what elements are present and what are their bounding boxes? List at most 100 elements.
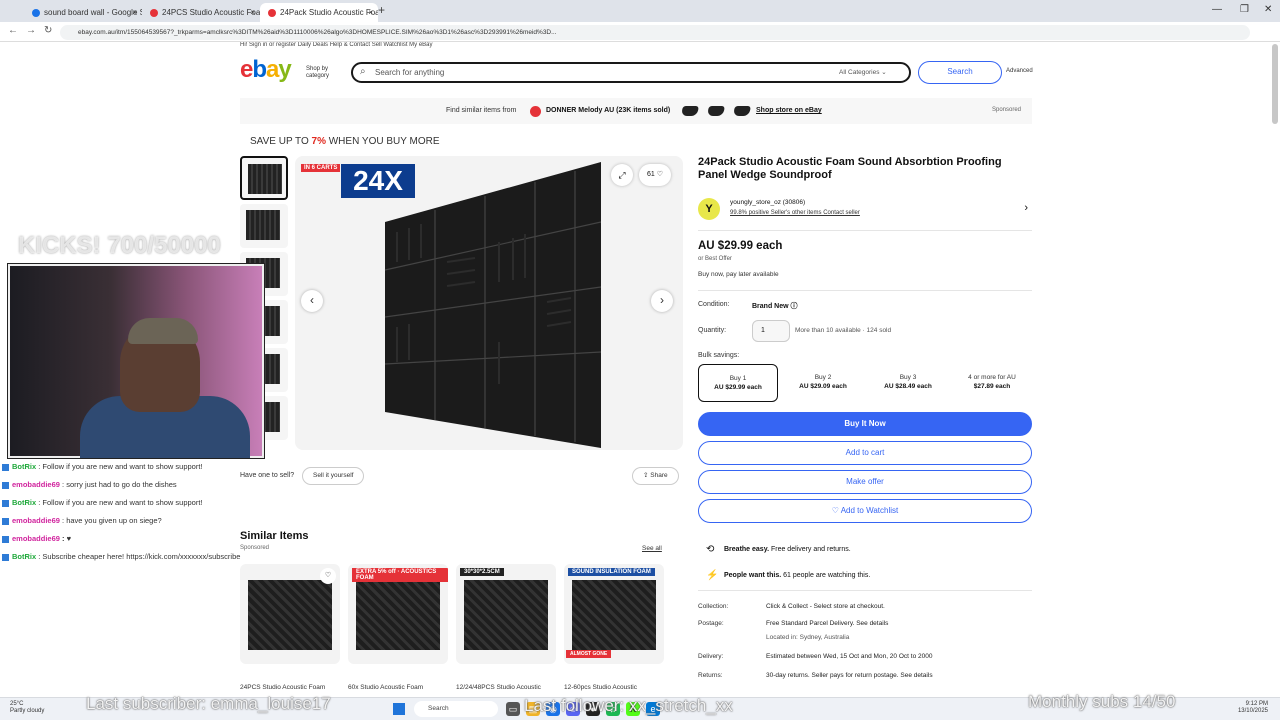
- search-input[interactable]: ⌕ Search for anything All Categories ⌄: [351, 62, 911, 83]
- headphones-icon: [681, 106, 699, 116]
- headphones-icon: [707, 106, 725, 116]
- product-title: 24Pack Studio Acoustic Foam Sound Absorb…: [698, 156, 1002, 181]
- chat-message: emobaddie69 : have you given up on siege…: [2, 512, 332, 530]
- similar-item-card[interactable]: EXTRA 5% off · ACOUSTICS FOAM: [348, 564, 448, 664]
- price: AU $29.99 each: [698, 240, 783, 252]
- maximize-icon[interactable]: ❐: [1240, 4, 1249, 15]
- pack-size-label: 24X: [341, 164, 415, 198]
- similar-item-card[interactable]: SOUND INSULATION FOAM ALMOST GONE: [564, 564, 664, 664]
- similar-item-title[interactable]: 60x Studio Acoustic Foam: [348, 684, 423, 691]
- chat-message: BotRix : Follow if you are new and want …: [2, 458, 332, 476]
- bulk-option[interactable]: 4 or more for AU $27.89 each: [952, 364, 1032, 402]
- see-all-link[interactable]: See all: [642, 545, 662, 552]
- thumbnail[interactable]: [240, 156, 288, 200]
- chevron-right-icon[interactable]: ›: [1024, 202, 1028, 214]
- browser-tab-active[interactable]: 24Pack Studio Acoustic Foam S×: [260, 3, 378, 22]
- ebay-icon: [268, 8, 276, 17]
- divider: [698, 230, 1032, 231]
- bot-badge-icon: [2, 463, 9, 471]
- minimize-icon[interactable]: —: [1212, 4, 1222, 15]
- search-icon: ⌕: [360, 66, 366, 77]
- returns-label: Returns:: [698, 672, 723, 679]
- taskbar-search[interactable]: Search: [414, 701, 498, 717]
- task-view-icon[interactable]: ▭: [506, 702, 520, 716]
- returns-icon: ⟲: [706, 544, 715, 555]
- headphones-icon: [733, 106, 751, 116]
- user-badge-icon: [2, 481, 9, 489]
- next-image-button[interactable]: ›: [651, 290, 673, 312]
- share-button[interactable]: ⇪ Share: [632, 467, 679, 485]
- add-to-cart-button[interactable]: Add to cart: [698, 441, 1032, 465]
- reload-icon[interactable]: ↻: [44, 25, 52, 36]
- delivery-value: Estimated between Wed, 15 Oct and Mon, 2…: [766, 653, 933, 660]
- windows-start-icon[interactable]: [393, 703, 405, 715]
- address-bar[interactable]: ebay.com.au/itm/155064539567?_trkparms=a…: [60, 25, 1250, 40]
- add-to-watchlist-button[interactable]: ♡ Add to Watchlist: [698, 499, 1032, 523]
- heart-icon: ♡: [656, 171, 664, 178]
- save-banner: SAVE UP TO 7% WHEN YOU BUY MORE: [250, 136, 440, 147]
- search-button[interactable]: Search: [918, 61, 1002, 84]
- similar-item-card[interactable]: 30*30*2.5CM: [456, 564, 556, 664]
- seller-links[interactable]: 99.8% positive Seller's other items Cont…: [730, 210, 860, 216]
- similar-item-card[interactable]: ♡: [240, 564, 340, 664]
- close-tab-icon[interactable]: ×: [368, 3, 373, 22]
- last-follower-overlay: Last follower: xx_stretch_xx: [524, 696, 733, 715]
- postage-value[interactable]: Free Standard Parcel Delivery. See detai…: [766, 620, 888, 627]
- similar-item-title[interactable]: 12-60pcs Studio Acoustic: [564, 684, 637, 691]
- ebay-logo[interactable]: ebay: [240, 56, 292, 84]
- watch-button[interactable]: 61 ♡: [639, 164, 671, 186]
- user-badge-icon: [2, 517, 9, 525]
- back-icon[interactable]: ←: [8, 25, 18, 36]
- seller-name[interactable]: youngly_store_oz (30806): [730, 199, 805, 206]
- lightning-icon: ⚡: [706, 570, 719, 581]
- shop-by-category[interactable]: Shop by category: [306, 66, 329, 80]
- chat-message: emobaddie69 : sorry just had to go do th…: [2, 476, 332, 494]
- bnpl-label: Buy now, pay later available: [698, 271, 779, 278]
- thumbnail[interactable]: [240, 204, 288, 248]
- advanced-search-link[interactable]: Advanced: [1006, 68, 1033, 74]
- seller-info[interactable]: Y youngly_store_oz (30806) 99.8% positiv…: [698, 196, 1032, 222]
- returns-value[interactable]: 30-day returns. Seller pays for return p…: [766, 672, 933, 679]
- buy-it-now-button[interactable]: Buy It Now: [698, 412, 1032, 436]
- browser-tab[interactable]: 24PCS Studio Acoustic Foam S×: [142, 3, 260, 22]
- category-select[interactable]: All Categories ⌄: [839, 68, 887, 76]
- in-carts-badge: IN 6 CARTS: [301, 164, 341, 172]
- main-product-image[interactable]: IN 6 CARTS 24X ⤢ 61 ♡ ‹ ›: [295, 156, 683, 450]
- similar-item-title[interactable]: 24PCS Studio Acoustic Foam: [240, 684, 325, 691]
- forward-icon[interactable]: →: [26, 25, 36, 36]
- close-tab-icon[interactable]: ×: [132, 3, 137, 22]
- bulk-option[interactable]: Buy 2 AU $29.09 each: [783, 364, 863, 402]
- weather-widget[interactable]: 25°C Partly cloudy: [10, 701, 44, 715]
- close-tab-icon[interactable]: ×: [250, 3, 255, 22]
- kicks-goal-overlay: KICKS! 700/50000: [18, 232, 221, 259]
- expand-icon[interactable]: ⤢: [611, 164, 633, 186]
- make-offer-button[interactable]: Make offer: [698, 470, 1032, 494]
- foam-panels-image: [384, 162, 601, 448]
- collection-value: Click & Collect - Select store at checko…: [766, 603, 885, 610]
- quantity-input[interactable]: 1: [752, 320, 790, 342]
- divider: [698, 290, 1032, 291]
- bulk-savings-label: Bulk savings:: [698, 352, 740, 359]
- stream-chat: BotRix : Follow if you are new and want …: [2, 458, 332, 566]
- browser-tab[interactable]: sound board wall - Google Se ×: [24, 3, 142, 22]
- perk-watching: ⚡ People want this. 61 people are watchin…: [706, 570, 871, 581]
- chat-message: emobaddie69 : ♥: [2, 530, 332, 548]
- system-clock[interactable]: 9:12 PM 13/10/2025: [1238, 701, 1268, 715]
- new-tab-button[interactable]: +: [378, 3, 385, 17]
- almost-gone-badge: ALMOST GONE: [566, 650, 612, 658]
- delivery-label: Delivery:: [698, 653, 724, 660]
- prev-image-button[interactable]: ‹: [301, 290, 323, 312]
- store-promo-banner[interactable]: Find similar items from DONNER Melody AU…: [240, 98, 1032, 124]
- browser-tab-strip: sound board wall - Google Se × 24PCS Stud…: [0, 0, 1280, 22]
- close-window-icon[interactable]: ✕: [1264, 4, 1272, 15]
- bulk-option[interactable]: Buy 3 AU $28.49 each: [868, 364, 948, 402]
- bulk-option[interactable]: Buy 1 AU $29.99 each: [698, 364, 778, 402]
- heart-icon[interactable]: ♡: [320, 568, 336, 584]
- similar-item-title[interactable]: 12/24/48PCS Studio Acoustic: [456, 684, 541, 691]
- quantity-label: Quantity:: [698, 327, 727, 334]
- info-icon[interactable]: ⓘ: [791, 303, 798, 310]
- share-icon: ⇪: [643, 472, 649, 479]
- monthly-subs-overlay: Monthly subs 14/50: [1028, 692, 1176, 711]
- quantity-availability: More than 10 available · 124 sold: [795, 327, 892, 334]
- top-nav[interactable]: Hi! Sign in or register Daily Deals Help…: [240, 42, 1030, 50]
